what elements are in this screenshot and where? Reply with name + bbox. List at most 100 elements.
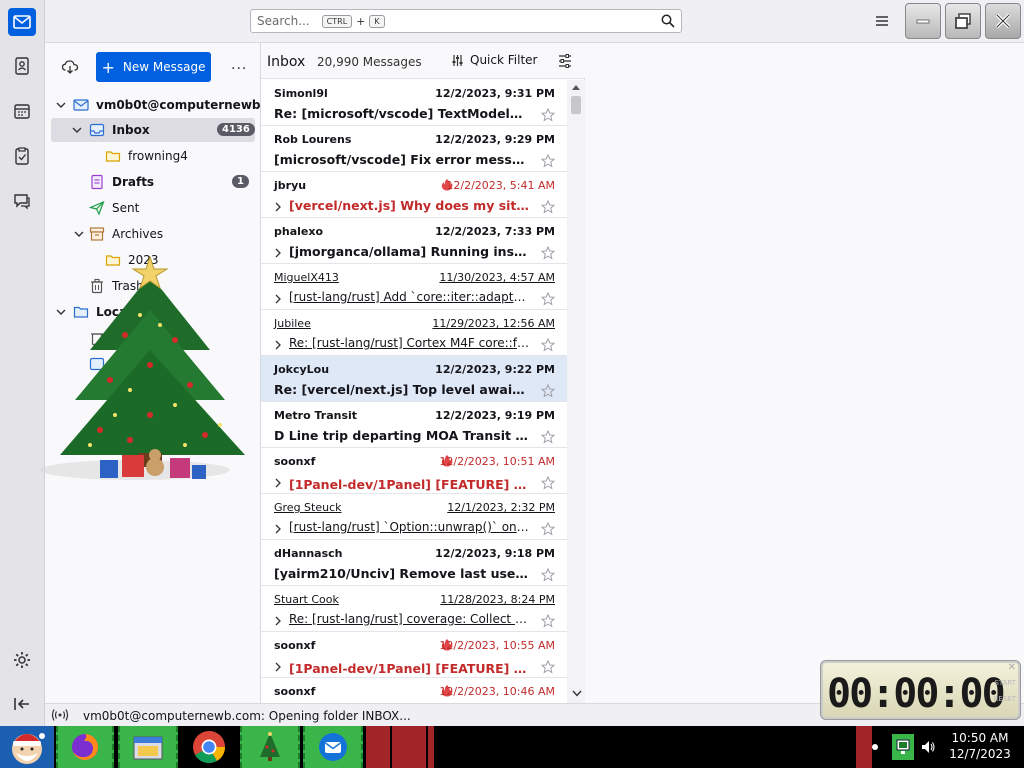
chevron-right-icon[interactable] bbox=[274, 662, 282, 672]
taskbar-thunderbird[interactable] bbox=[303, 726, 363, 768]
message-row[interactable]: JokcyLou 12/2/2023, 9:22 PM Re: [vercel/ne… bbox=[261, 356, 567, 402]
gear-icon bbox=[14, 652, 30, 668]
message-row[interactable]: soonxf 12/2/2023, 10:51 AM [1Panel-dev/1Pa… bbox=[261, 448, 567, 494]
get-messages-icon[interactable] bbox=[61, 59, 79, 75]
chevron-right-icon[interactable] bbox=[274, 202, 282, 212]
start-button[interactable] bbox=[0, 726, 54, 768]
taskbar-file-explorer[interactable] bbox=[118, 726, 178, 768]
star-icon[interactable] bbox=[541, 338, 555, 352]
message-sender: Rob Lourens bbox=[274, 133, 352, 146]
folder-label: Archives bbox=[112, 227, 164, 241]
chat-button[interactable] bbox=[8, 187, 36, 215]
folder-inbox[interactable]: Inbox 4136 bbox=[51, 118, 255, 142]
chevron-right-icon[interactable] bbox=[274, 294, 282, 304]
restore-button[interactable] bbox=[945, 3, 981, 39]
unread-count-badge: 4136 bbox=[217, 123, 255, 136]
message-subject: [microsoft/vscode] Fix error message: ".… bbox=[274, 152, 529, 167]
close-button[interactable] bbox=[985, 3, 1021, 39]
timer-digits: 00:00:00 bbox=[827, 671, 1006, 717]
minimize-button[interactable] bbox=[905, 3, 941, 39]
folder-frowning4[interactable]: frowning4 bbox=[45, 144, 261, 168]
plus-icon: + bbox=[101, 57, 115, 77]
mail-space-button[interactable] bbox=[8, 8, 36, 36]
message-row[interactable]: Metro Transit 12/2/2023, 9:19 PM D Line tr… bbox=[261, 402, 567, 448]
filter-sliders-icon bbox=[452, 54, 463, 66]
network-tray-button[interactable] bbox=[892, 734, 914, 760]
message-row[interactable]: Greg Steuck 12/1/2023, 2:32 PM [rust-lang/… bbox=[261, 494, 567, 540]
volume-icon[interactable] bbox=[920, 739, 936, 755]
timer-widget[interactable]: 00:00:00 ✕ START RESET bbox=[820, 660, 1021, 720]
christmas-tree-decoration bbox=[40, 255, 245, 480]
message-row[interactable]: phalexo 12/2/2023, 7:33 PM [jmorganca/olla… bbox=[261, 218, 567, 264]
address-book-button[interactable] bbox=[8, 52, 36, 80]
scroll-up-icon[interactable] bbox=[572, 84, 580, 90]
message-row[interactable]: MiguelX413 11/30/2023, 4:57 AM [rust-lang/… bbox=[261, 264, 567, 310]
folder-drafts[interactable]: Drafts 1 bbox=[45, 170, 261, 194]
chevron-right-icon[interactable] bbox=[274, 524, 282, 534]
folder-archives[interactable]: Archives bbox=[45, 222, 261, 246]
chevron-right-icon[interactable] bbox=[274, 340, 282, 350]
message-row[interactable]: Simonl9l 12/2/2023, 9:31 PM Re: [microsoft… bbox=[261, 80, 567, 126]
clock-time: 10:50 AM bbox=[951, 731, 1009, 745]
online-status-icon[interactable] bbox=[51, 708, 69, 722]
settings-button[interactable] bbox=[12, 650, 32, 673]
account-row[interactable]: vm0b0t@computernewb... bbox=[45, 93, 274, 117]
tray-red-item[interactable] bbox=[856, 726, 872, 768]
chat-icon bbox=[14, 194, 30, 210]
star-icon[interactable] bbox=[541, 200, 555, 214]
message-row[interactable]: soonxf 12/2/2023, 10:46 AM bbox=[261, 678, 567, 703]
star-icon[interactable] bbox=[541, 108, 555, 122]
quick-filter-button[interactable]: Quick Filter bbox=[451, 53, 537, 67]
taskbar-red-item-2[interactable] bbox=[392, 726, 426, 768]
star-icon[interactable] bbox=[541, 660, 555, 674]
thunderbird-window: Search... CTRL + K + New Message ... vm0… bbox=[0, 0, 1024, 768]
new-message-button[interactable]: + New Message bbox=[96, 52, 211, 82]
chevron-right-icon[interactable] bbox=[274, 478, 282, 488]
message-row[interactable]: Stuart Cook 11/28/2023, 8:24 PM Re: [rust-… bbox=[261, 586, 567, 632]
timer-start-button[interactable]: START bbox=[994, 679, 1016, 687]
unified-toolbar: Search... CTRL + K bbox=[45, 0, 1024, 43]
chevron-right-icon[interactable] bbox=[274, 248, 282, 258]
message-date: 12/2/2023, 5:41 AM bbox=[446, 179, 555, 192]
star-icon[interactable] bbox=[541, 476, 555, 490]
taskbar-red-item-1[interactable] bbox=[366, 726, 390, 768]
calendar-button[interactable] bbox=[8, 97, 36, 125]
taskbar-chrome[interactable] bbox=[180, 726, 238, 768]
search-icon[interactable] bbox=[661, 14, 675, 28]
taskbar-clock[interactable]: 10:50 AM 12/7/2023 bbox=[940, 730, 1020, 762]
quick-filter-label: Quick Filter bbox=[470, 53, 538, 67]
tasks-button[interactable] bbox=[8, 142, 36, 170]
star-icon[interactable] bbox=[541, 430, 555, 444]
star-icon[interactable] bbox=[541, 292, 555, 306]
app-menu-icon[interactable] bbox=[873, 12, 891, 30]
folder-label: Inbox bbox=[112, 123, 150, 137]
star-icon[interactable] bbox=[541, 246, 555, 260]
star-icon[interactable] bbox=[541, 154, 555, 168]
taskbar-firefox[interactable] bbox=[56, 726, 114, 768]
thread-pane: Inbox 20,990 Messages Quick Filter Simon… bbox=[261, 43, 585, 703]
close-icon[interactable]: ✕ bbox=[1008, 662, 1016, 673]
scroll-thumb[interactable] bbox=[571, 96, 581, 114]
chevron-right-icon[interactable] bbox=[274, 616, 282, 626]
message-row[interactable]: soonxf 12/2/2023, 10:55 AM [1Panel-dev/1Pa… bbox=[261, 632, 567, 678]
star-icon[interactable] bbox=[541, 384, 555, 398]
message-subject: [1Panel-dev/1Panel] [FEATURE] 文件管理... bbox=[289, 661, 529, 676]
display-options-icon[interactable] bbox=[557, 53, 573, 69]
search-input[interactable]: Search... CTRL + K bbox=[250, 9, 682, 33]
message-row[interactable]: dHannasch 12/2/2023, 9:18 PM [yairm210/Unc… bbox=[261, 540, 567, 586]
folder-pane-more-button[interactable]: ... bbox=[231, 57, 247, 73]
message-row[interactable]: jbryu 12/2/2023, 5:41 AM [vercel/next.js] … bbox=[261, 172, 567, 218]
star-icon[interactable] bbox=[541, 522, 555, 536]
timer-reset-button[interactable]: RESET bbox=[994, 695, 1016, 703]
folder-sent[interactable]: Sent bbox=[45, 196, 261, 220]
star-icon[interactable] bbox=[541, 614, 555, 628]
message-list-scrollbar[interactable] bbox=[567, 80, 585, 703]
star-icon[interactable] bbox=[541, 568, 555, 582]
message-row[interactable]: Jubilee 11/29/2023, 12:56 AM Re: [rust-lan… bbox=[261, 310, 567, 356]
scroll-down-icon[interactable] bbox=[572, 690, 582, 697]
taskbar-red-item-3[interactable] bbox=[428, 726, 434, 768]
collapse-spaces-button[interactable] bbox=[12, 695, 32, 716]
message-row[interactable]: Rob Lourens 12/2/2023, 9:29 PM [microsoft/… bbox=[261, 126, 567, 172]
message-date: 12/2/2023, 10:46 AM bbox=[439, 685, 555, 698]
taskbar-xmas-tree[interactable] bbox=[240, 726, 300, 768]
